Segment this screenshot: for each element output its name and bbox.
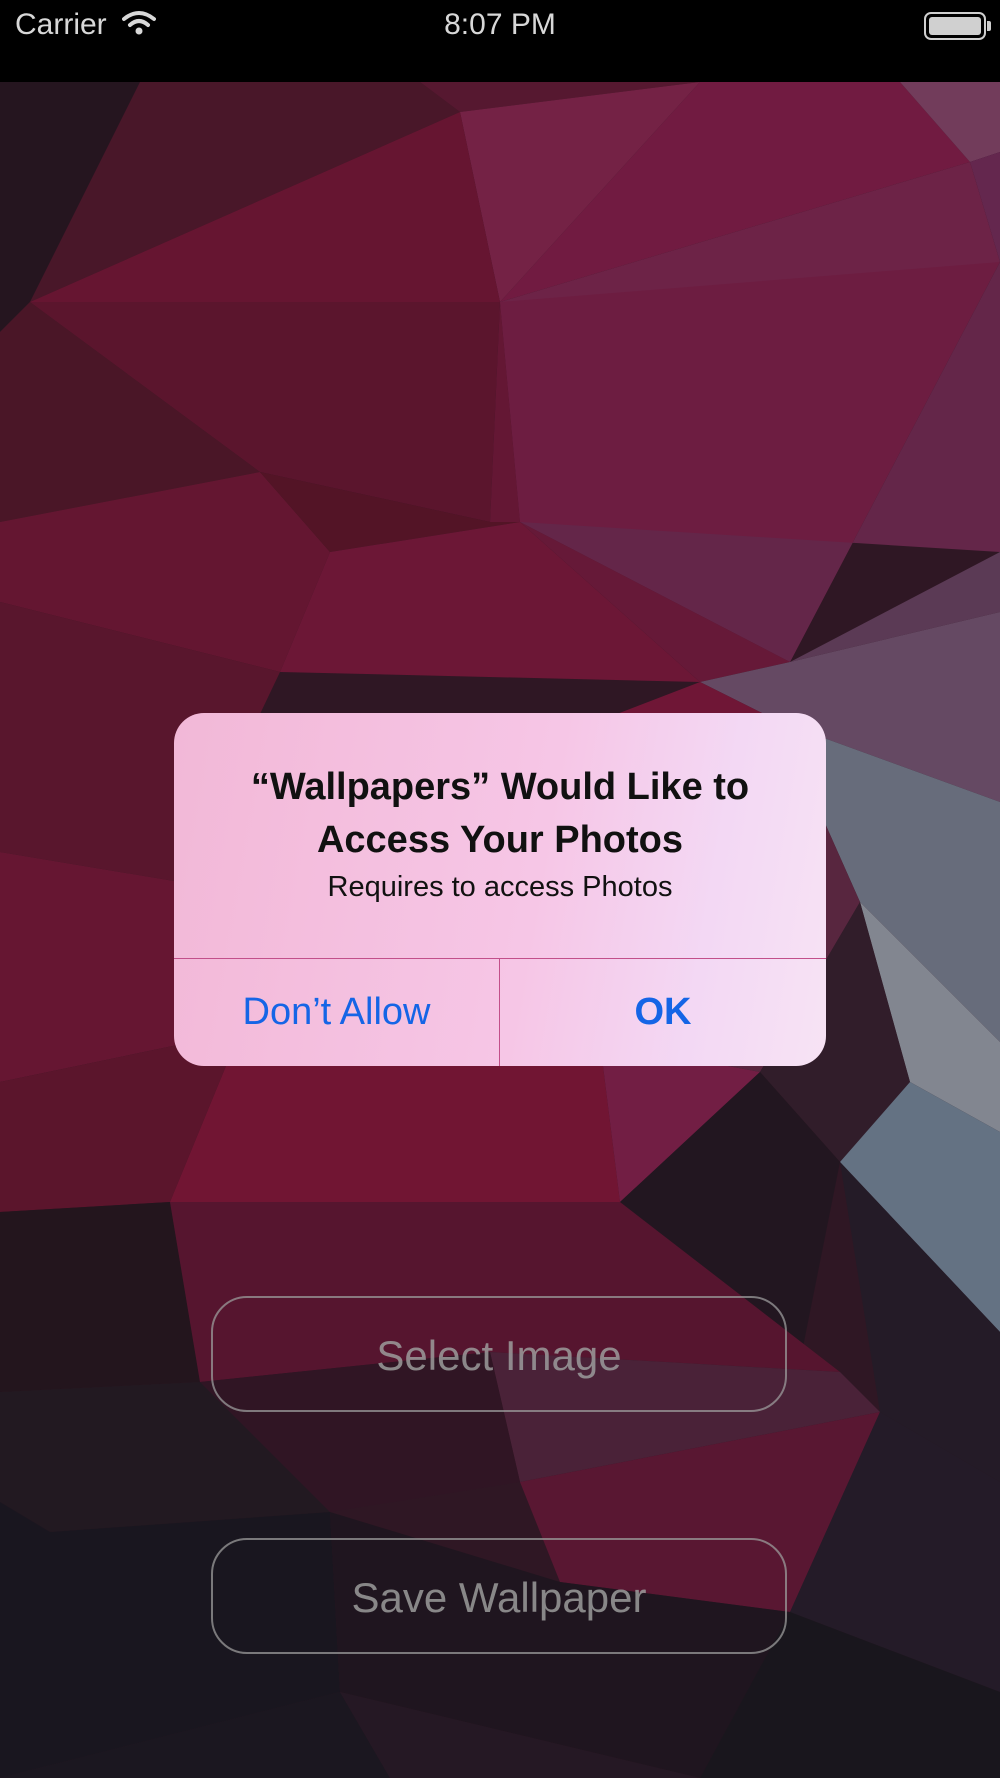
status-bar: Carrier 8:07 PM	[0, 0, 1000, 82]
clock: 8:07 PM	[444, 8, 556, 41]
photos-permission-alert: “Wallpapers” Would Like to Access Your P…	[174, 713, 826, 1066]
dont-allow-button[interactable]: Don’t Allow	[174, 959, 499, 1066]
battery-icon	[924, 12, 991, 40]
alert-message: Requires to access Photos	[327, 871, 673, 903]
alert-title: “Wallpapers” Would Like to Access Your P…	[250, 766, 750, 861]
ok-button[interactable]: OK	[500, 959, 826, 1066]
